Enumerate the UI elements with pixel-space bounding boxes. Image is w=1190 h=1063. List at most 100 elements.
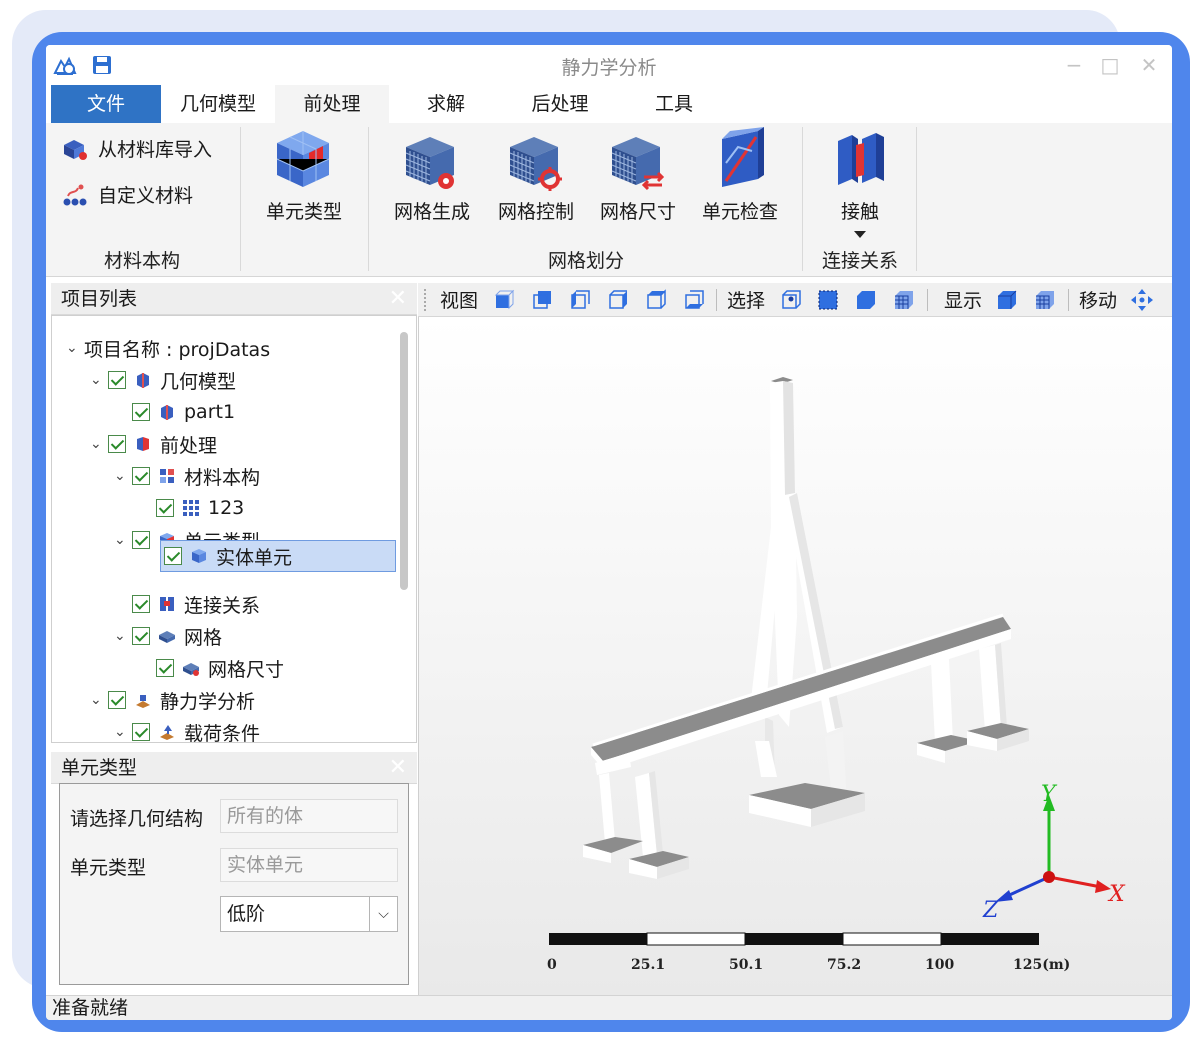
tree-node-preprocess[interactable]: ⌄ 前处理 — [90, 429, 217, 459]
tree-node-geometry[interactable]: ⌄ 几何模型 — [90, 365, 236, 395]
tree-node-part1[interactable]: part1 — [132, 397, 235, 427]
tree-node-label: 123 — [208, 497, 245, 519]
element-type-button[interactable]: 单元类型 — [252, 123, 356, 224]
order-select-value: 低阶 — [227, 903, 266, 925]
geometry-icon — [137, 373, 149, 388]
select-body-icon[interactable] — [854, 288, 878, 312]
view-right-icon[interactable] — [605, 288, 629, 312]
tree-checkbox[interactable] — [132, 531, 150, 549]
tree-node-material-123[interactable]: 123 — [156, 493, 244, 523]
mesh-generate-button[interactable]: 网格生成 — [386, 123, 478, 224]
custom-material-button[interactable]: 自定义材料 — [62, 181, 193, 208]
minimize-button[interactable]: − — [1057, 51, 1091, 79]
expand-chevron-icon[interactable]: ⌄ — [90, 436, 108, 452]
tree-node-connection[interactable]: 连接关系 — [132, 589, 260, 619]
close-button[interactable]: ✕ — [1132, 51, 1166, 79]
tree-checkbox[interactable] — [132, 627, 150, 645]
scale-label: 50.1 — [729, 957, 763, 973]
toolbar-grip[interactable] — [424, 288, 428, 311]
dropdown-arrow-icon[interactable] — [853, 230, 867, 240]
tree-node-solid-element[interactable]: 实体单元 — [160, 540, 396, 572]
tree-node-label: 网格 — [184, 626, 223, 649]
tab-postprocess[interactable]: 后处理 — [503, 85, 617, 123]
project-panel-close-icon[interactable]: ✕ — [389, 283, 407, 315]
tree-checkbox[interactable] — [108, 435, 126, 453]
tab-preprocess[interactable]: 前处理 — [275, 85, 389, 123]
element-type-field[interactable]: 实体单元 — [220, 848, 398, 882]
view-left-icon[interactable] — [567, 288, 591, 312]
view-bottom-icon[interactable] — [681, 288, 705, 312]
tree-checkbox[interactable] — [132, 403, 150, 421]
tree-checkbox[interactable] — [132, 467, 150, 485]
tree-node-load-conditions[interactable]: ⌄ 载荷条件 — [114, 717, 260, 743]
expand-chevron-icon[interactable]: ⌄ — [114, 532, 132, 548]
select-box-icon[interactable] — [816, 288, 840, 312]
element-check-button[interactable]: 单元检查 — [694, 123, 786, 224]
tree-checkbox[interactable] — [156, 499, 174, 517]
tree-node-material[interactable]: ⌄ 材料本构 — [114, 461, 260, 491]
move-arrows-icon[interactable] — [1130, 288, 1154, 312]
material-icon — [160, 469, 174, 483]
tree-node-mesh[interactable]: ⌄ 网格 — [114, 621, 222, 651]
tree-node-label: 连接关系 — [184, 594, 261, 617]
tree-checkbox[interactable] — [156, 659, 174, 677]
tab-solve[interactable]: 求解 — [389, 85, 503, 123]
mesh-generate-label: 网格生成 — [393, 201, 470, 223]
mesh-size-button[interactable]: 网格尺寸 — [592, 123, 684, 224]
view-front-icon[interactable] — [491, 288, 515, 312]
scale-segment — [745, 933, 843, 945]
window-title: 静力学分析 — [561, 57, 657, 79]
tree-node-static-analysis[interactable]: ⌄ 静力学分析 — [90, 685, 255, 715]
view-back-icon[interactable] — [529, 288, 553, 312]
display-solid-icon[interactable] — [995, 288, 1019, 312]
expand-chevron-icon[interactable]: ⌄ — [90, 692, 108, 708]
tower-mast-side — [783, 381, 795, 495]
tree-node-project[interactable]: ⌄ 项目名称 : projDatas — [66, 333, 270, 363]
scale-segment — [549, 933, 647, 945]
view-top-icon[interactable] — [643, 288, 667, 312]
z-axis-label: Z — [982, 898, 999, 923]
scale-label: 25.1 — [631, 957, 665, 973]
tab-geometry[interactable]: 几何模型 — [161, 85, 275, 123]
toolbar-separator — [716, 288, 718, 311]
expand-chevron-icon[interactable]: ⌄ — [114, 468, 132, 484]
mesh-size-icon — [183, 663, 199, 676]
chevron-down-icon[interactable]: ⌵ — [369, 897, 397, 931]
axis-origin — [1043, 871, 1055, 883]
project-panel-title: 项目列表 — [61, 288, 138, 310]
expand-chevron-icon[interactable]: ⌄ — [90, 372, 108, 388]
move-label: 移动 — [1079, 290, 1118, 312]
expand-chevron-icon[interactable]: ⌄ — [114, 724, 132, 740]
tree-checkbox[interactable] — [132, 595, 150, 613]
mesh-size-label: 网格尺寸 — [599, 201, 676, 223]
tab-tools[interactable]: 工具 — [617, 85, 731, 123]
geometry-field[interactable]: 所有的体 — [220, 799, 398, 833]
element-panel-close-icon[interactable]: ✕ — [389, 752, 407, 784]
3d-viewport[interactable]: Y X Z 0 25.1 50.1 75.2 100 125(m) — [418, 317, 1172, 995]
import-material-button[interactable]: 从材料库导入 — [62, 135, 212, 162]
tree-checkbox[interactable] — [164, 547, 182, 565]
tree-scrollbar[interactable] — [400, 332, 408, 590]
select-point-icon[interactable] — [778, 288, 802, 312]
custom-material-label: 自定义材料 — [98, 185, 194, 207]
tree-node-mesh-size[interactable]: 网格尺寸 — [156, 653, 284, 683]
contact-label: 接触 — [840, 201, 879, 223]
tab-file[interactable]: 文件 — [51, 85, 161, 123]
tree-checkbox[interactable] — [132, 723, 150, 741]
display-mesh-icon[interactable] — [1033, 288, 1057, 312]
tree-checkbox[interactable] — [108, 691, 126, 709]
x-axis-label: X — [1107, 882, 1126, 907]
z-axis-line — [1004, 875, 1050, 899]
contact-button[interactable]: 接触 — [814, 123, 906, 240]
connection-icon — [160, 597, 174, 611]
preprocess-icon — [137, 437, 149, 451]
maximize-button[interactable]: □ — [1093, 51, 1127, 79]
tree-node-label: 项目名称 : projDatas — [84, 338, 271, 361]
right-pier-1 — [931, 659, 953, 743]
order-select[interactable]: 低阶 ⌵ — [220, 896, 398, 932]
tree-checkbox[interactable] — [108, 371, 126, 389]
select-mesh-icon[interactable] — [892, 288, 916, 312]
expand-chevron-icon[interactable]: ⌄ — [66, 340, 84, 356]
mesh-control-button[interactable]: 网格控制 — [490, 123, 582, 224]
expand-chevron-icon[interactable]: ⌄ — [114, 628, 132, 644]
